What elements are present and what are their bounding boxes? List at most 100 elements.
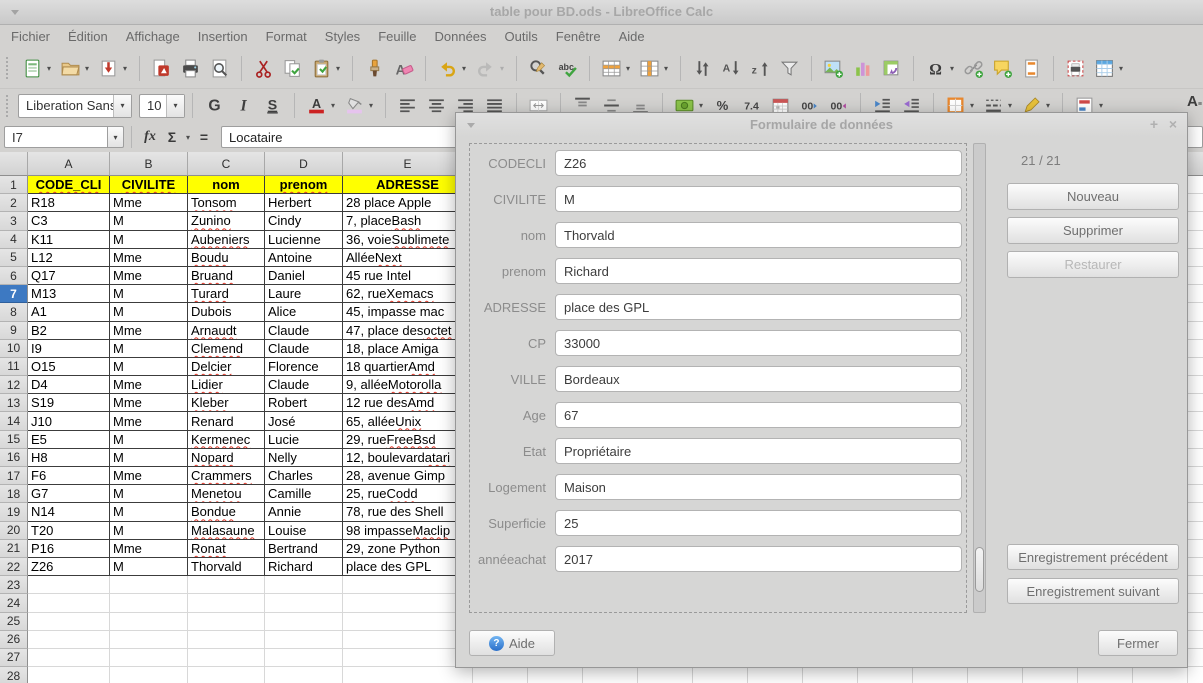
menu-item-affichage[interactable]: Affichage [117,26,189,47]
cell-S10[interactable] [1188,340,1203,358]
cell-B3[interactable]: M [110,212,188,230]
field-input-codecli[interactable] [555,150,962,176]
insert-image-icon[interactable] [822,56,846,80]
sort-ascending-button[interactable]: A [720,56,744,80]
special-character-icon[interactable]: Ω [924,56,948,80]
name-box[interactable]: I7 [4,126,108,148]
field-input-civilite[interactable] [555,186,962,212]
pivot-table-icon[interactable] [880,56,904,80]
underline-icon[interactable]: S [261,94,285,118]
cut-icon[interactable] [252,56,276,80]
cell-E7[interactable]: 62, rue Xemacs [343,285,473,303]
headers-footers-button[interactable] [1020,56,1044,80]
cell-S19[interactable] [1188,503,1203,521]
field-input-etat[interactable] [555,438,962,464]
cell-C4[interactable]: Aubeniers [188,231,265,249]
autofilter-button[interactable] [778,56,802,80]
cell-B17[interactable]: Mme [110,467,188,485]
special-character-dropdown-icon[interactable]: ▾ [948,64,957,73]
cell-D24[interactable] [265,594,343,612]
cell-C12[interactable]: Lidier [188,376,265,394]
cell-E9[interactable]: 47, place des octet [343,322,473,340]
cell-E12[interactable]: 9, allée Motorolla [343,376,473,394]
cell-A1[interactable]: CODE_CLI [28,176,110,194]
headers-footers-icon[interactable] [1020,56,1044,80]
menu-item-styles[interactable]: Styles [316,26,369,47]
font-size-dropdown-icon[interactable]: ▾ [166,95,184,117]
open-folder-icon[interactable] [59,56,83,80]
sort-ascending-icon[interactable]: A [720,56,744,80]
toolbar-grip[interactable] [6,57,12,79]
field-input-ville[interactable] [555,366,962,392]
font-name-dropdown-icon[interactable]: ▾ [113,95,131,117]
insert-rows-button[interactable]: ▾ [600,56,633,80]
cell-B10[interactable]: M [110,340,188,358]
cell-H28[interactable] [583,667,638,683]
font-size-combobox[interactable]: 10 ▾ [139,94,185,118]
clone-formatting-button[interactable] [363,56,387,80]
sort-descending-button[interactable]: z [749,56,773,80]
cell-D13[interactable]: Robert [265,394,343,412]
row-header-23[interactable]: 23 [0,576,28,594]
row-header-19[interactable]: 19 [0,503,28,521]
cell-S5[interactable] [1188,249,1203,267]
cell-B16[interactable]: M [110,449,188,467]
cell-E10[interactable]: 18, place Amiga [343,340,473,358]
field-input-superficie[interactable] [555,510,962,536]
row-header-7[interactable]: 7 [0,285,28,303]
cell-E13[interactable]: 12 rue des Amd [343,394,473,412]
row-header-8[interactable]: 8 [0,303,28,321]
cell-D23[interactable] [265,576,343,594]
cell-B24[interactable] [110,594,188,612]
cell-E21[interactable]: 29, zone Python [343,540,473,558]
insert-columns-dropdown-icon[interactable]: ▾ [662,64,671,73]
cell-C5[interactable]: Boudu [188,249,265,267]
cell-S9[interactable] [1188,322,1203,340]
cell-D4[interactable]: Lucienne [265,231,343,249]
cell-A10[interactable]: I9 [28,340,110,358]
underline-button[interactable]: S [261,94,285,118]
row-header-12[interactable]: 12 [0,376,28,394]
cell-C22[interactable]: Thorvald [188,558,265,576]
cell-E11[interactable]: 18 quartier Amd [343,358,473,376]
cell-A20[interactable]: T20 [28,522,110,540]
cell-C3[interactable]: Zunino [188,212,265,230]
cell-A13[interactable]: S19 [28,394,110,412]
cell-C19[interactable]: Bondue [188,503,265,521]
insert-chart-button[interactable] [851,56,875,80]
save-dropdown-icon[interactable]: ▾ [121,64,130,73]
highlight-color-dropdown-icon[interactable]: ▾ [367,101,376,110]
align-left-icon[interactable] [396,94,420,118]
paste-dropdown-icon[interactable]: ▾ [334,64,343,73]
cell-S24[interactable] [1188,594,1203,612]
insert-hyperlink-icon[interactable] [962,56,986,80]
cell-S14[interactable] [1188,412,1203,430]
menu-item-feuille[interactable]: Feuille [369,26,425,47]
cell-D12[interactable]: Claude [265,376,343,394]
row-header-16[interactable]: 16 [0,449,28,467]
cell-E24[interactable] [343,594,473,612]
cell-S4[interactable] [1188,231,1203,249]
column-header-A[interactable]: A [28,152,110,176]
cell-S6[interactable] [1188,267,1203,285]
cell-B12[interactable]: Mme [110,376,188,394]
highlight-color-button[interactable]: ▾ [343,94,376,118]
clone-formatting-icon[interactable] [363,56,387,80]
find-replace-icon[interactable] [527,56,551,80]
cell-E4[interactable]: 36, voie Sublimete [343,231,473,249]
cell-A11[interactable]: O15 [28,358,110,376]
cell-E18[interactable]: 25, rue Codd [343,485,473,503]
border-style-dropdown-icon[interactable]: ▾ [1006,101,1015,110]
cell-C26[interactable] [188,631,265,649]
cell-S28[interactable] [1188,667,1203,683]
name-box-dropdown-icon[interactable]: ▾ [108,126,124,148]
cell-B8[interactable]: M [110,303,188,321]
redo-dropdown-icon[interactable]: ▾ [498,64,507,73]
bold-button[interactable]: G [203,94,227,118]
cell-D10[interactable]: Claude [265,340,343,358]
insert-image-button[interactable] [822,56,846,80]
cell-C24[interactable] [188,594,265,612]
sort-descending-icon[interactable]: z [749,56,773,80]
align-left-button[interactable] [396,94,420,118]
menu-item-edition[interactable]: Édition [59,26,117,47]
